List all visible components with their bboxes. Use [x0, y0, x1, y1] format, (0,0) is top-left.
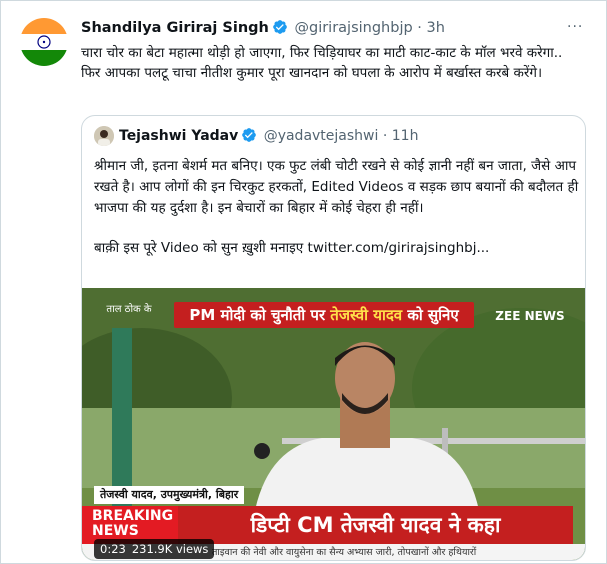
quoted-paragraph: श्रीमान जी, इतना बेशर्म मत बनिए। एक फुट … — [94, 158, 579, 216]
tweet-timestamp[interactable]: 3h — [427, 20, 445, 36]
banner-text: PM मोदी को चुनौती पर — [189, 306, 331, 324]
banner-text: को सुनिए — [402, 306, 459, 324]
tweet-card[interactable]: Shandilya Giriraj Singh @girirajsinghbjp… — [0, 0, 607, 564]
quoted-author-handle[interactable]: @yadavtejashwi — [264, 128, 379, 144]
author-name[interactable]: Shandilya Giriraj Singh — [81, 20, 269, 36]
quoted-tweet[interactable]: Tejashwi Yadav @yadavtejashwi · 11h श्री… — [81, 115, 586, 561]
banner-highlight: तेजस्वी यादव — [330, 306, 403, 324]
quoted-tweet-timestamp[interactable]: 11h — [392, 128, 419, 144]
quoted-author-avatar[interactable] — [94, 126, 114, 146]
quoted-tweet-text: श्रीमान जी, इतना बेशर्म मत बनिए। एक फुट … — [94, 156, 579, 259]
separator-dot: · — [417, 20, 422, 36]
channel-logo: ZEE NEWS — [495, 309, 565, 323]
verified-badge-icon — [242, 128, 257, 142]
quoted-author-name[interactable]: Tejashwi Yadav — [119, 128, 238, 144]
show-logo: ताल ठोक के — [106, 304, 152, 315]
lower-third-name: तेजस्वी यादव, उपमुख्यमंत्री, बिहार — [94, 486, 245, 504]
separator-dot: · — [382, 128, 388, 144]
news-line: NEWS — [92, 523, 139, 539]
video-views: 231.9K views — [131, 542, 209, 556]
video-headline: डिप्टी CM तेजस्वी यादव ने कहा — [178, 506, 573, 544]
person-icon — [94, 126, 114, 146]
video-banner: PM मोदी को चुनौती पर तेजस्वी यादव को सुन… — [174, 302, 474, 328]
video-info-badge: 0:23 231.9K views — [94, 539, 215, 559]
video-duration: 0:23 — [100, 542, 126, 556]
more-options-icon[interactable]: ··· — [567, 19, 583, 35]
indian-flag-icon — [20, 18, 68, 66]
tweet-header: Shandilya Giriraj Singh @girirajsinghbjp… — [81, 19, 445, 41]
tweet-text: चारा चोर का बेटा महात्मा थोड़ी हो जाएगा,… — [81, 45, 563, 81]
quoted-paragraph-link[interactable]: बाक़ी इस पूरे Video को सुन ख़ुशी मनाइए t… — [94, 238, 579, 259]
video-player[interactable]: ताल ठोक के PM मोदी को चुनौती पर तेजस्वी … — [82, 288, 585, 560]
breaking-line: BREAKING — [92, 508, 174, 524]
verified-badge-icon — [273, 20, 287, 34]
author-avatar[interactable] — [20, 18, 68, 66]
quoted-tweet-header: Tejashwi Yadav @yadavtejashwi · 11h — [94, 126, 418, 148]
author-handle[interactable]: @girirajsinghbjp — [294, 20, 412, 36]
